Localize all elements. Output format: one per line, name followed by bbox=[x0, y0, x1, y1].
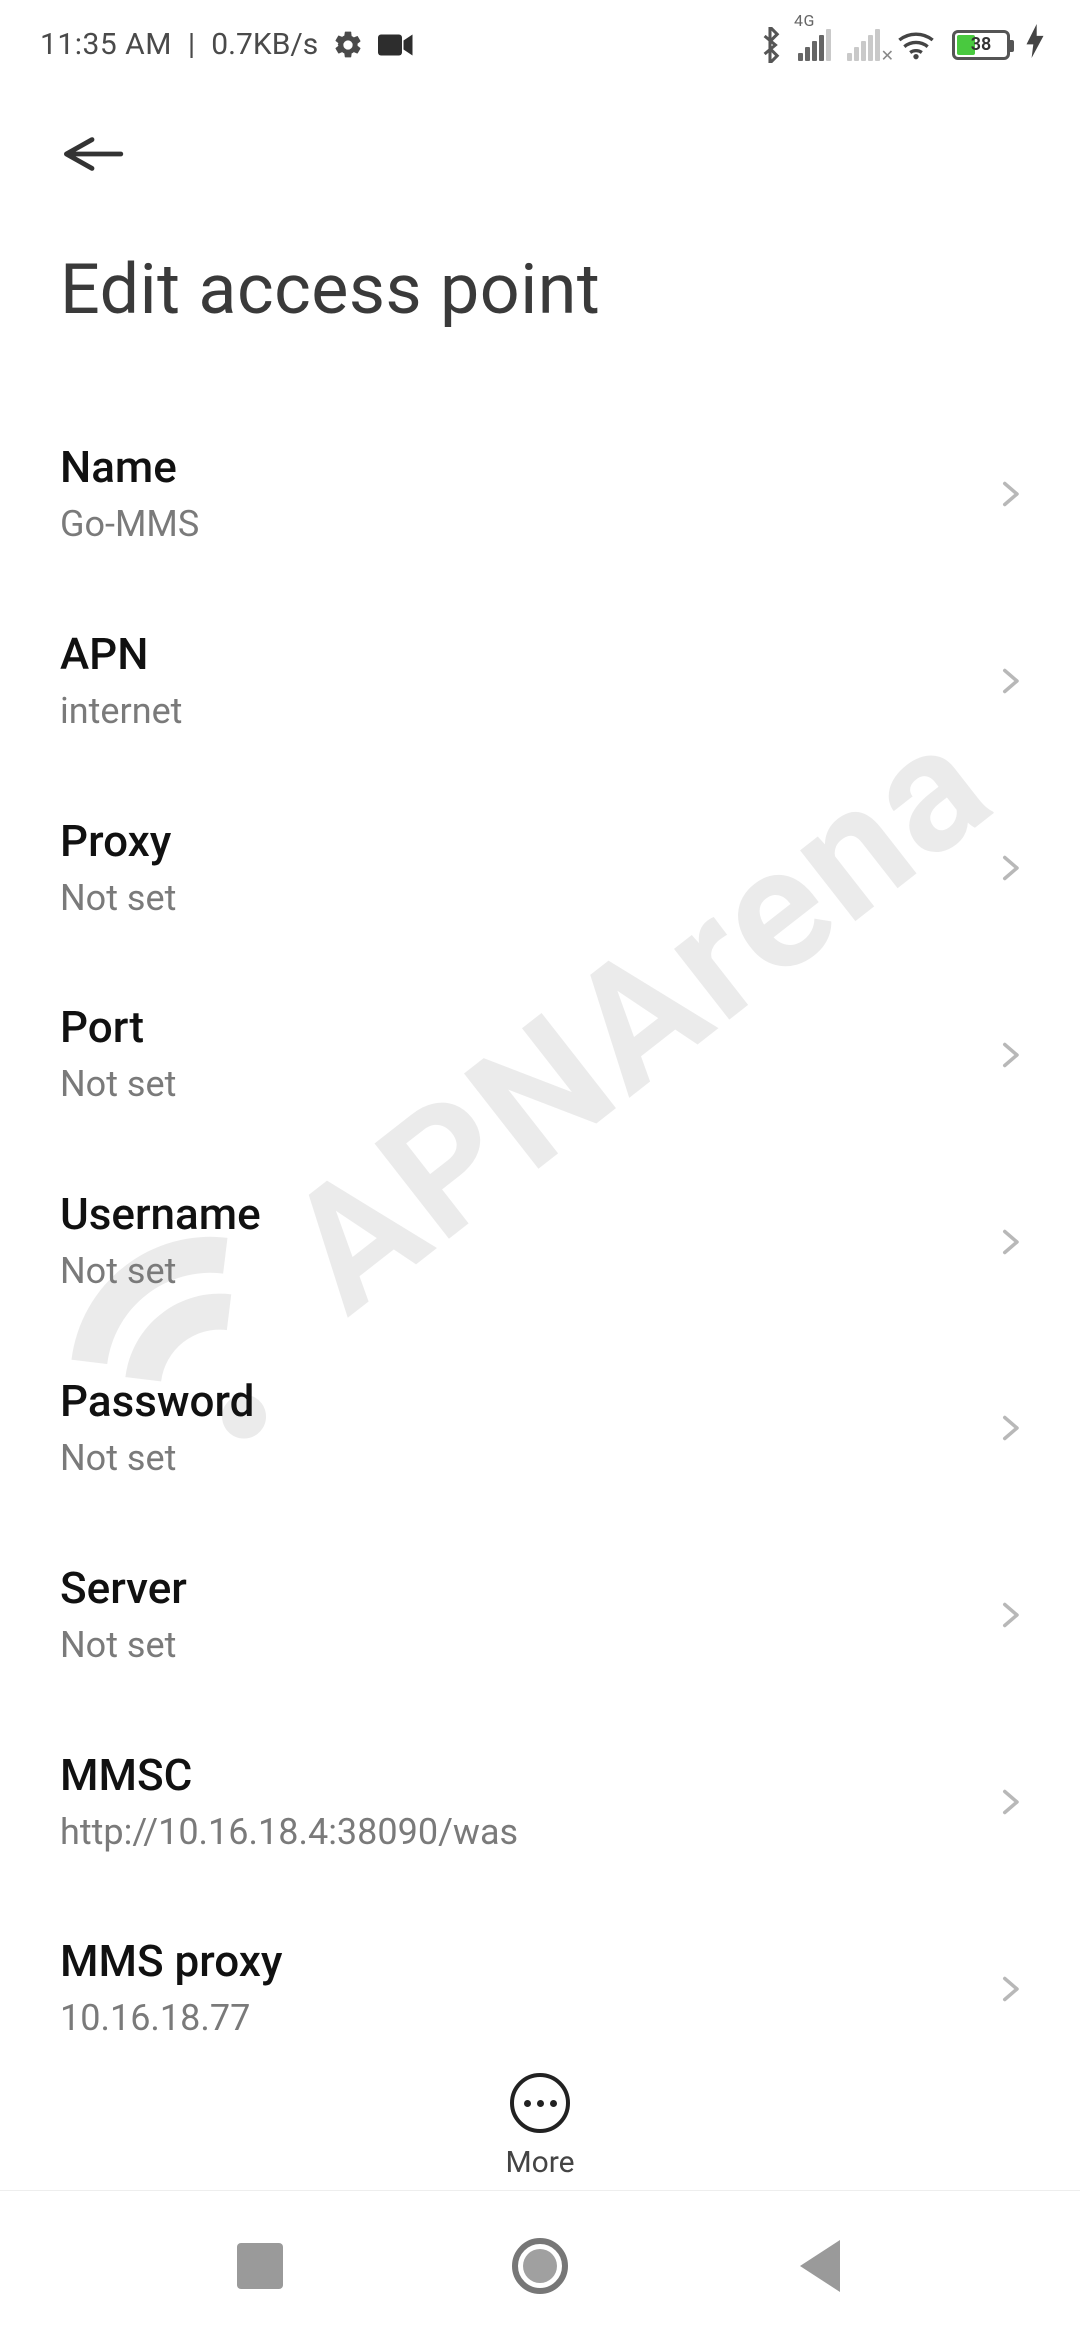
setting-row-apn[interactable]: APN internet bbox=[0, 588, 1080, 775]
chevron-right-icon bbox=[996, 1788, 1024, 1816]
setting-label: Name bbox=[60, 441, 972, 493]
setting-label: MMSC bbox=[60, 1749, 972, 1801]
setting-row-mmsc[interactable]: MMSC http://10.16.18.4:38090/was bbox=[0, 1709, 1080, 1896]
status-separator: | bbox=[186, 27, 197, 62]
chevron-right-icon bbox=[996, 1041, 1024, 1069]
setting-value: Not set bbox=[60, 875, 972, 922]
setting-value: http://10.16.18.4:38090/was bbox=[60, 1809, 972, 1856]
charging-icon bbox=[1026, 24, 1044, 65]
nav-back-button[interactable] bbox=[790, 2236, 850, 2296]
nav-home-button[interactable] bbox=[510, 2236, 570, 2296]
setting-value: Not set bbox=[60, 1622, 972, 1669]
page-title: Edit access point bbox=[0, 179, 1080, 371]
battery-indicator: 38 bbox=[952, 30, 1010, 60]
wifi-icon bbox=[896, 29, 936, 61]
signal-4g-icon: 4G bbox=[798, 29, 831, 61]
more-label: More bbox=[505, 2145, 574, 2180]
setting-label: Password bbox=[60, 1375, 972, 1427]
setting-row-server[interactable]: Server Not set bbox=[0, 1522, 1080, 1709]
gear-icon bbox=[332, 29, 364, 61]
bluetooth-icon bbox=[758, 27, 782, 63]
setting-row-proxy[interactable]: Proxy Not set bbox=[0, 775, 1080, 962]
chevron-right-icon bbox=[996, 854, 1024, 882]
setting-label: Port bbox=[60, 1001, 972, 1053]
setting-label: Proxy bbox=[60, 815, 972, 867]
setting-label: MMS proxy bbox=[60, 1935, 972, 1987]
setting-label: Server bbox=[60, 1562, 972, 1614]
setting-label: APN bbox=[60, 628, 972, 680]
chevron-right-icon bbox=[996, 480, 1024, 508]
chevron-right-icon bbox=[996, 667, 1024, 695]
more-icon bbox=[524, 2100, 557, 2107]
signal-nosim-icon: ✕ bbox=[847, 29, 880, 61]
chevron-right-icon bbox=[996, 1414, 1024, 1442]
setting-row-port[interactable]: Port Not set bbox=[0, 961, 1080, 1148]
setting-row-mms-proxy[interactable]: MMS proxy 10.16.18.77 bbox=[0, 1895, 1080, 2082]
setting-value: Go-MMS bbox=[60, 501, 972, 548]
android-nav-bar bbox=[0, 2190, 1080, 2340]
chevron-right-icon bbox=[996, 1601, 1024, 1629]
status-time: 11:35 AM bbox=[40, 27, 172, 62]
setting-row-password[interactable]: Password Not set bbox=[0, 1335, 1080, 1522]
signal-gen-label: 4G bbox=[794, 11, 815, 30]
setting-value: Not set bbox=[60, 1435, 972, 1482]
chevron-right-icon bbox=[996, 1975, 1024, 2003]
battery-percent: 38 bbox=[955, 34, 1007, 55]
chevron-right-icon bbox=[996, 1228, 1024, 1256]
setting-row-name[interactable]: Name Go-MMS bbox=[0, 401, 1080, 588]
setting-value: Not set bbox=[60, 1061, 972, 1108]
setting-value: internet bbox=[60, 688, 972, 735]
nav-recent-button[interactable] bbox=[230, 2236, 290, 2296]
status-net-speed: 0.7KB/s bbox=[211, 27, 318, 62]
setting-row-username[interactable]: Username Not set bbox=[0, 1148, 1080, 1335]
settings-list: Name Go-MMS APN internet Proxy Not set Port Not… bbox=[0, 371, 1080, 2082]
back-button[interactable] bbox=[60, 129, 130, 179]
status-bar: 11:35 AM | 0.7KB/s 4G ✕ bbox=[0, 0, 1080, 81]
setting-value: Not set bbox=[60, 1248, 972, 1295]
setting-value: 10.16.18.77 bbox=[60, 1995, 972, 2042]
camera-icon bbox=[378, 31, 414, 59]
setting-label: Username bbox=[60, 1188, 972, 1240]
